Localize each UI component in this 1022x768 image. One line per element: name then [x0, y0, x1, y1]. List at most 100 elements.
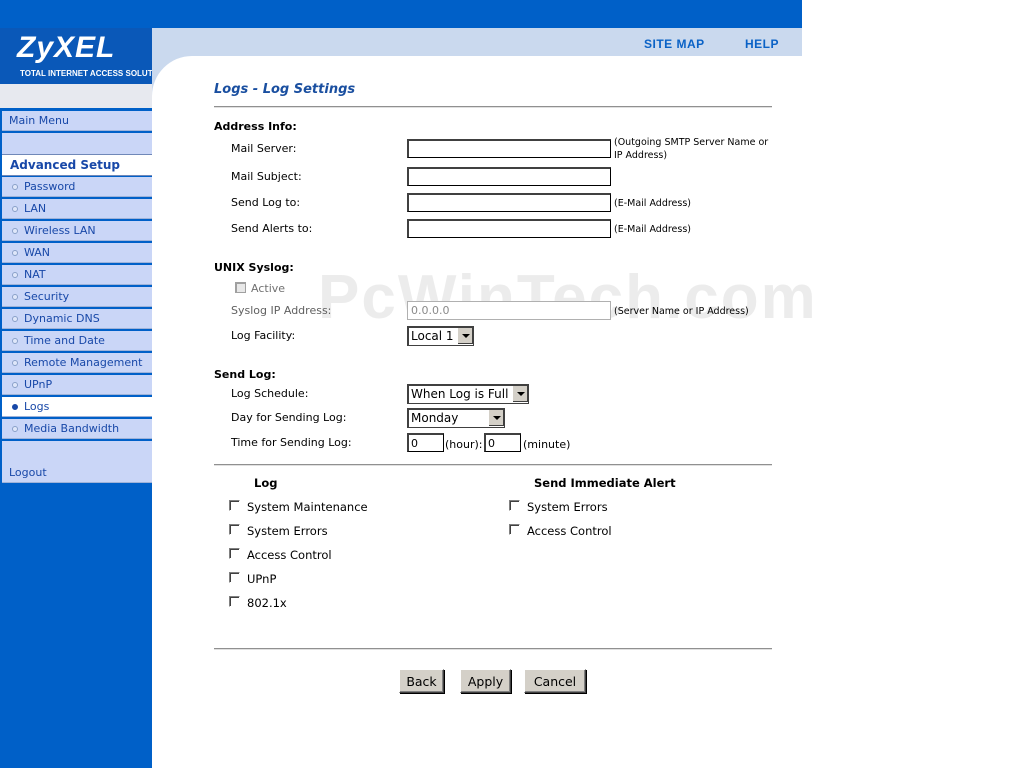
log-column-heading: Log — [254, 476, 278, 490]
watermark: PcWinTech.com — [318, 263, 818, 332]
minute-unit: (minute) — [523, 438, 571, 451]
sidebar-item-label: Logs — [24, 400, 50, 413]
radio-icon — [12, 228, 18, 234]
log-schedule-select[interactable]: When Log is Full — [407, 384, 529, 404]
radio-icon — [12, 206, 18, 212]
log-8021x-checkbox[interactable] — [229, 596, 240, 607]
syslog-ip-input[interactable] — [407, 301, 611, 320]
log-access-control-label: Access Control — [247, 548, 332, 562]
sidebar-item-label: Wireless LAN — [24, 224, 96, 237]
radio-icon — [12, 382, 18, 388]
alert-system-errors-checkbox[interactable] — [509, 500, 520, 511]
log-schedule-value: When Log is Full — [411, 387, 509, 401]
syslog-active-label: Active — [251, 282, 286, 295]
top-blue-bar — [0, 0, 802, 28]
radio-icon — [12, 338, 18, 344]
mail-server-input[interactable] — [407, 139, 611, 158]
page-title: Logs - Log Settings — [214, 82, 356, 97]
alert-column-heading: Send Immediate Alert — [534, 476, 676, 490]
sidebar-item-logs[interactable]: Logs — [2, 397, 152, 417]
radio-icon — [12, 250, 18, 256]
radio-icon — [12, 426, 18, 432]
log-upnp-label: UPnP — [247, 572, 277, 586]
divider — [214, 106, 772, 108]
chevron-down-icon — [512, 386, 528, 402]
cancel-button[interactable]: Cancel — [524, 669, 586, 693]
log-system-errors-label: System Errors — [247, 524, 328, 538]
mail-server-hint: (Outgoing SMTP Server Name or IP Address… — [614, 137, 769, 161]
sidebar-item-label: UPnP — [24, 378, 53, 391]
minute-input[interactable] — [484, 433, 521, 452]
time-for-sending-label: Time for Sending Log: — [231, 436, 352, 449]
sidebar-item-remote-management[interactable]: Remote Management — [2, 353, 152, 373]
brand-name: ZyXEL — [17, 31, 116, 64]
log-system-maintenance-checkbox[interactable] — [229, 500, 240, 511]
address-info-heading: Address Info: — [214, 120, 297, 133]
sidebar-item-media-bandwidth[interactable]: Media Bandwidth Mgnt. — [2, 419, 152, 455]
alert-access-control-checkbox[interactable] — [509, 524, 520, 535]
sidebar-item-upnp[interactable]: UPnP — [2, 375, 152, 395]
radio-icon — [12, 360, 18, 366]
sidebar-item-label: Remote Management — [24, 356, 143, 369]
sidebar-item-label: NAT — [24, 268, 46, 281]
log-8021x-label: 802.1x — [247, 596, 287, 610]
sidebar-item-wireless-lan[interactable]: Wireless LAN — [2, 221, 152, 241]
sidebar-item-security[interactable]: Security — [2, 287, 152, 307]
sidebar-item-label: Time and Date — [24, 334, 105, 347]
radio-icon — [12, 184, 18, 190]
sidebar-item-label: Dynamic DNS — [24, 312, 100, 325]
send-log-to-hint: (E-Mail Address) — [614, 198, 691, 209]
send-alerts-to-hint: (E-Mail Address) — [614, 224, 691, 235]
brand-tagline: TOTAL INTERNET ACCESS SOLUTION — [20, 69, 167, 78]
sidebar-item-wan[interactable]: WAN — [2, 243, 152, 263]
send-log-to-input[interactable] — [407, 193, 611, 212]
send-alerts-to-input[interactable] — [407, 219, 611, 238]
back-button[interactable]: Back — [399, 669, 444, 693]
log-facility-value: Local 1 — [411, 329, 454, 343]
day-for-sending-label: Day for Sending Log: — [231, 411, 347, 424]
hour-input[interactable] — [407, 433, 444, 452]
divider — [214, 464, 772, 466]
sidebar-item-main-menu[interactable]: Main Menu — [2, 111, 152, 131]
hour-unit: (hour): — [445, 438, 483, 451]
sidebar-item-label: WAN — [24, 246, 51, 259]
send-log-to-label: Send Log to: — [231, 196, 301, 209]
syslog-ip-label: Syslog IP Address: — [231, 304, 332, 317]
nav-gap — [2, 441, 152, 463]
nav-gap — [2, 133, 152, 154]
chevron-down-icon — [457, 328, 473, 344]
syslog-active-checkbox[interactable] — [235, 282, 246, 293]
sidebar-item-label: Security — [24, 290, 70, 303]
log-system-errors-checkbox[interactable] — [229, 524, 240, 535]
unix-syslog-heading: UNIX Syslog: — [214, 261, 294, 274]
alert-system-errors-label: System Errors — [527, 500, 608, 514]
sidebar-item-logout[interactable]: Logout — [2, 463, 152, 483]
apply-button[interactable]: Apply — [460, 669, 511, 693]
radio-icon — [12, 404, 18, 410]
help-link[interactable]: HELP — [745, 37, 779, 51]
send-log-heading: Send Log: — [214, 368, 276, 381]
log-access-control-checkbox[interactable] — [229, 548, 240, 559]
radio-icon — [12, 316, 18, 322]
radio-icon — [12, 294, 18, 300]
syslog-ip-hint: (Server Name or IP Address) — [614, 306, 749, 317]
day-for-sending-select[interactable]: Monday — [407, 408, 505, 428]
log-upnp-checkbox[interactable] — [229, 572, 240, 583]
sidebar-item-password[interactable]: Password — [2, 177, 152, 197]
log-schedule-label: Log Schedule: — [231, 387, 309, 400]
sidebar-item-lan[interactable]: LAN — [2, 199, 152, 219]
day-for-sending-value: Monday — [411, 411, 459, 425]
sidebar-item-time-and-date[interactable]: Time and Date — [2, 331, 152, 351]
sidebar-item-dynamic-dns[interactable]: Dynamic DNS — [2, 309, 152, 329]
sidebar-item-nat[interactable]: NAT — [2, 265, 152, 285]
mail-subject-input[interactable] — [407, 167, 611, 186]
mail-server-label: Mail Server: — [231, 142, 297, 155]
sidebar-section-advanced-setup[interactable]: Advanced Setup — [2, 154, 152, 176]
log-facility-label: Log Facility: — [231, 329, 296, 342]
alert-access-control-label: Access Control — [527, 524, 612, 538]
sidebar-item-label: LAN — [24, 202, 47, 215]
nav-spacer — [0, 84, 152, 108]
site-map-link[interactable]: SITE MAP — [644, 37, 705, 51]
divider — [214, 648, 772, 650]
log-facility-select[interactable]: Local 1 — [407, 326, 474, 346]
